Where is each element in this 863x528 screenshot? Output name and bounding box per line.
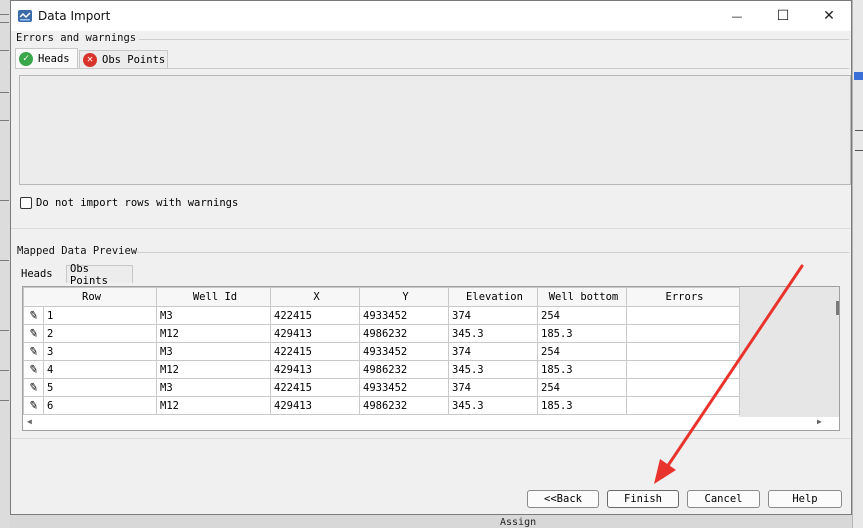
annotation-arrow (654, 264, 804, 484)
